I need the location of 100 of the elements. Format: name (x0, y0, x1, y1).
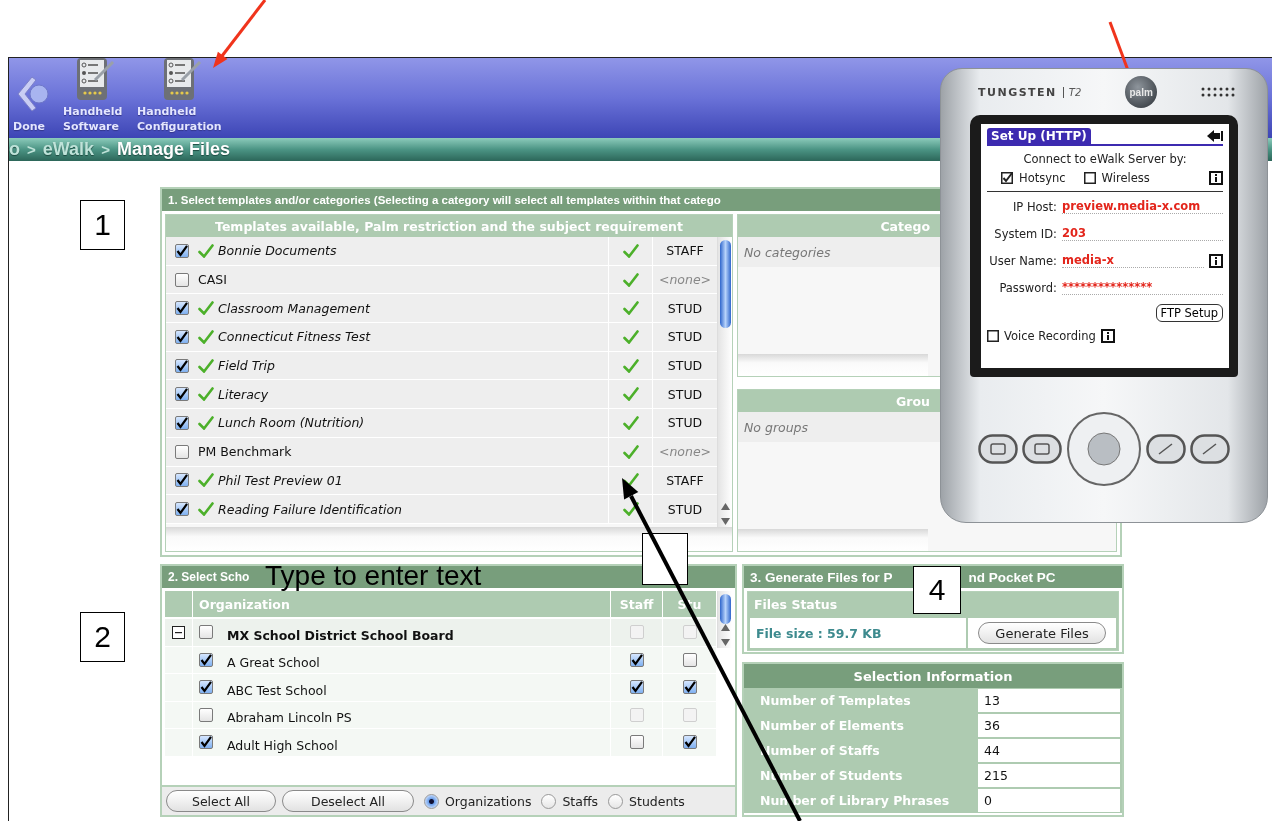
option-label: Hotsync (1019, 171, 1066, 185)
organization-name: Abraham Lincoln PS (227, 709, 352, 726)
checkbox[interactable] (629, 735, 644, 750)
check-icon (198, 473, 214, 488)
generate-files-button[interactable]: Generate Files (978, 622, 1106, 644)
breadcrumb-separator: > (27, 141, 36, 158)
checkbox[interactable] (175, 301, 189, 316)
checkbox[interactable] (175, 473, 189, 488)
check-icon (198, 502, 214, 517)
checkbox[interactable] (199, 625, 213, 640)
hardware-button[interactable] (978, 434, 1018, 464)
requirement-label: <none> (657, 443, 713, 462)
callout-number: 1 (80, 200, 125, 250)
organization-name: MX School District School Board (227, 626, 454, 643)
scroll-down-icon[interactable] (720, 518, 730, 525)
template-row[interactable]: PM Benchmark <none> (166, 437, 717, 467)
select-button[interactable]: Select All (166, 790, 276, 812)
ftp-setup-button[interactable]: FTP Setup (1155, 303, 1223, 322)
template-name: Phil Test Preview 01 (218, 472, 343, 488)
radio-option[interactable]: Staffs (541, 793, 599, 809)
template-name: Lunch Room (Nutrition) (218, 415, 365, 431)
toolbar-button[interactable]: Handheld Software (63, 58, 127, 134)
template-row[interactable]: Connecticut Fitness Test STUD (166, 323, 717, 352)
navigation-pad[interactable] (1066, 411, 1142, 487)
checkbox[interactable] (175, 243, 189, 258)
toolbar-button[interactable]: Done (13, 73, 53, 134)
requirement-label: STUD (666, 328, 704, 347)
template-row[interactable]: Reading Failure Identification STUD (166, 495, 717, 524)
info-value: 13 (978, 689, 1120, 712)
check-icon (198, 387, 214, 402)
info-icon[interactable] (1209, 253, 1223, 268)
scrollbar[interactable] (717, 591, 732, 648)
scroll-up-icon[interactable] (720, 503, 730, 510)
field-value[interactable]: preview.media-x.com (1062, 199, 1223, 214)
hardware-button[interactable] (1146, 434, 1186, 464)
info-label: Number of Templates (759, 692, 912, 710)
column-header: Staff (619, 596, 654, 612)
field-value[interactable]: media-x (1062, 253, 1204, 268)
checkbox[interactable] (175, 444, 189, 459)
checkbox[interactable] (199, 680, 213, 695)
hardware-button[interactable] (1190, 434, 1230, 464)
checkbox[interactable] (987, 329, 999, 342)
hardware-button[interactable] (1022, 434, 1062, 464)
info-icon[interactable] (1100, 328, 1115, 343)
radio-option[interactable]: Students (608, 793, 685, 809)
checkbox[interactable] (682, 652, 697, 667)
checkbox[interactable] (629, 680, 644, 695)
checkbox[interactable] (199, 707, 213, 722)
checkbox[interactable] (175, 415, 189, 430)
requirement-label: STAFF (665, 471, 705, 490)
requirement-label: STUD (666, 414, 704, 433)
collapse-icon[interactable] (172, 625, 185, 639)
checkbox[interactable] (682, 735, 697, 750)
requirement-label: STUD (666, 500, 704, 519)
field-value[interactable]: 203 (1062, 226, 1223, 241)
template-name: Connecticut Fitness Test (218, 329, 371, 345)
check-icon (622, 473, 639, 488)
scrollbar-thumb[interactable] (719, 594, 731, 624)
info-icon[interactable] (1209, 171, 1223, 185)
select-button[interactable]: Deselect All (282, 790, 414, 812)
check-icon (622, 502, 639, 517)
radio-button[interactable] (608, 793, 624, 809)
checkbox[interactable] (1001, 172, 1013, 184)
model-text: T2 (1062, 86, 1082, 98)
radio-button[interactable] (424, 793, 439, 809)
checkbox[interactable] (629, 652, 644, 667)
template-row[interactable]: CASI <none> (166, 265, 717, 295)
speaker-icon (1201, 87, 1235, 97)
column-header: Organization (199, 596, 290, 612)
checkbox[interactable] (175, 272, 189, 287)
template-row[interactable]: Phil Test Preview 01 STAFF (166, 466, 717, 496)
checkbox[interactable] (1083, 172, 1096, 184)
back-icon[interactable] (1207, 130, 1223, 142)
check-icon (622, 415, 639, 430)
template-row[interactable]: Classroom Management STUD (166, 294, 717, 324)
field-value[interactable]: *************** (1062, 280, 1223, 295)
column-header: Templates available, Palm restriction and the subject requirement (166, 215, 732, 237)
template-row[interactable]: Lunch Room (Nutrition) STUD (166, 409, 717, 438)
checkbox[interactable] (175, 358, 189, 373)
checkbox[interactable] (175, 502, 189, 517)
template-row[interactable]: Field Trip STUD (166, 351, 717, 381)
breadcrumb-link[interactable]: Manage Files (116, 139, 230, 160)
template-row[interactable]: Literacy STUD (166, 380, 717, 410)
radio-option[interactable]: Organizations (424, 793, 532, 809)
template-name: CASI (198, 272, 227, 288)
organization-name: Adult High School (227, 736, 338, 753)
scrollbar-thumb[interactable] (719, 240, 731, 328)
template-row[interactable]: Bonnie Documents STAFF (166, 237, 717, 266)
checkbox[interactable] (175, 387, 189, 402)
template-name: Literacy (218, 386, 269, 402)
checkbox[interactable] (175, 329, 189, 344)
check-icon (198, 329, 214, 344)
checkbox[interactable] (199, 735, 213, 750)
toolbar-button[interactable]: Handheld Configuration (137, 58, 227, 134)
checkbox[interactable] (682, 680, 697, 695)
template-name: Reading Failure Identification (218, 501, 402, 517)
radio-button[interactable] (541, 793, 557, 809)
scrollbar[interactable] (717, 237, 732, 527)
checkbox[interactable] (199, 652, 213, 667)
scroll-down-icon[interactable] (720, 639, 730, 646)
